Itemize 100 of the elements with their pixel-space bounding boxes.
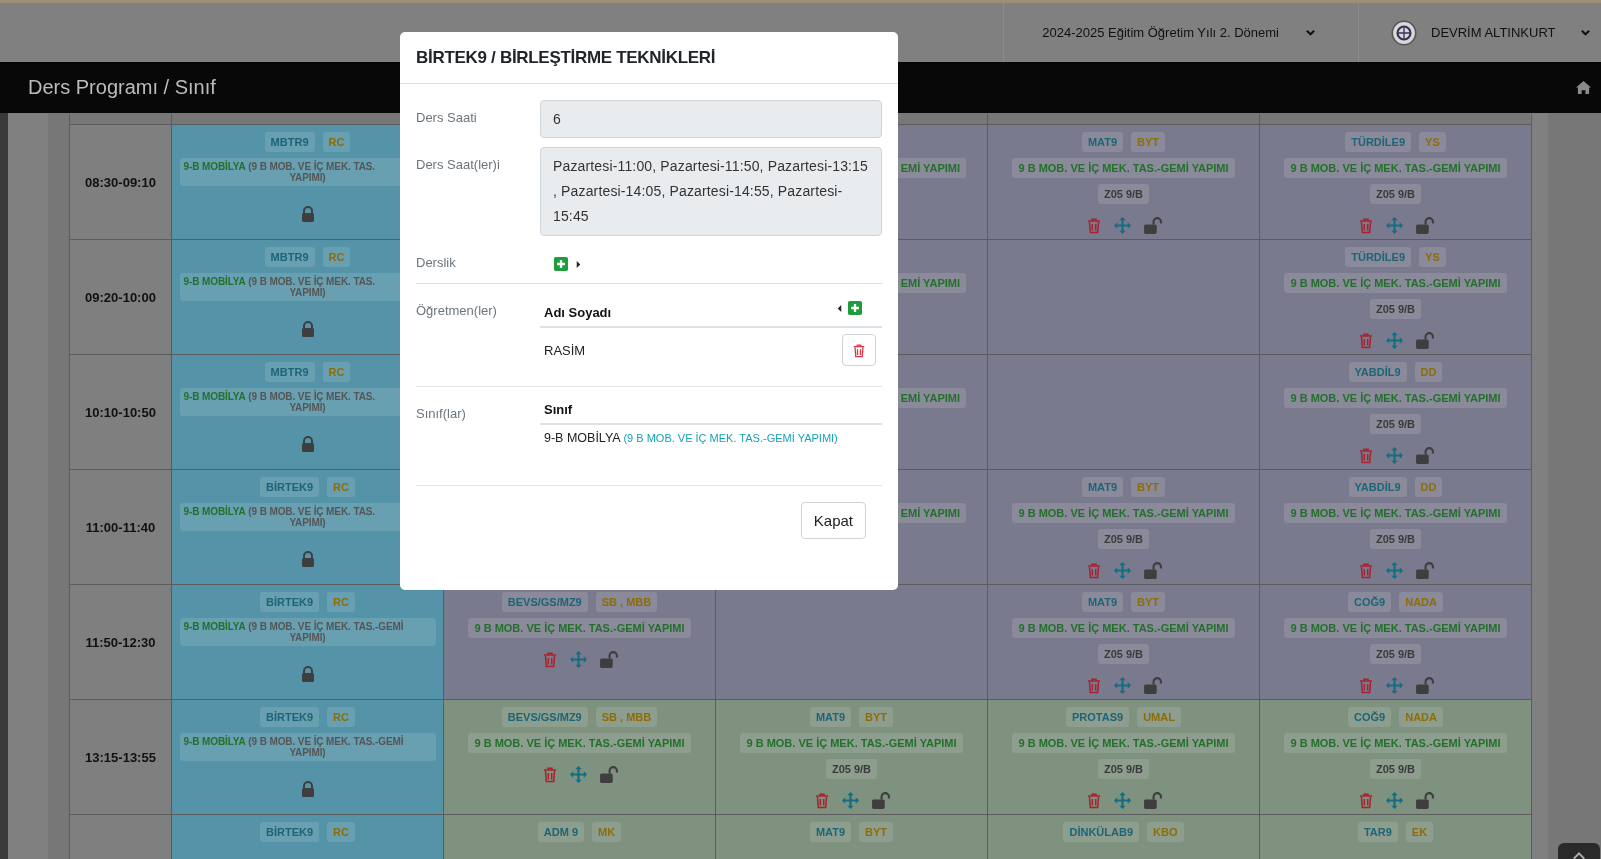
teacher-code[interactable]: YS <box>1419 247 1446 267</box>
teacher-code[interactable]: RC <box>322 132 351 152</box>
teacher-code[interactable]: RC <box>327 592 355 612</box>
move-icon[interactable] <box>1113 677 1131 694</box>
caret-icon[interactable] <box>576 260 581 268</box>
course-code[interactable]: YABDİL9 <box>1348 362 1407 382</box>
delete-icon[interactable] <box>541 651 558 668</box>
course-code[interactable]: MAT9 <box>809 707 852 727</box>
move-icon[interactable] <box>1385 217 1403 234</box>
unlock-icon[interactable] <box>1414 677 1434 694</box>
home-icon[interactable] <box>1576 80 1591 95</box>
arrow-up-icon[interactable] <box>1571 849 1587 859</box>
teacher-code[interactable]: SB , MBB <box>595 707 658 727</box>
move-icon[interactable] <box>1385 677 1403 694</box>
add-icon[interactable] <box>554 257 568 271</box>
delete-icon[interactable] <box>1357 792 1374 809</box>
course-code[interactable]: BİRTEK9 <box>260 477 320 497</box>
unlock-icon[interactable] <box>870 792 890 809</box>
teacher-code[interactable]: BYT <box>1131 132 1166 152</box>
teacher-code[interactable]: DD <box>1414 362 1443 382</box>
course-code[interactable]: ADM 9 <box>537 822 585 842</box>
course-code[interactable]: DİNKÜLAB9 <box>1063 822 1140 842</box>
course-code[interactable]: MAT9 <box>1081 592 1124 612</box>
course-code[interactable]: TÜRDİLE9 <box>1345 247 1412 267</box>
move-icon[interactable] <box>569 651 587 668</box>
course-code[interactable]: MAT9 <box>809 822 852 842</box>
teacher-code[interactable]: RC <box>322 362 351 382</box>
course-code[interactable]: TAR9 <box>1357 822 1398 842</box>
move-icon[interactable] <box>569 766 587 783</box>
teacher-code[interactable]: EK <box>1405 822 1434 842</box>
teacher-code[interactable]: SB , MBB <box>595 592 658 612</box>
unlock-icon[interactable] <box>1414 332 1434 349</box>
teacher-code[interactable]: RC <box>327 707 355 727</box>
caret-icon[interactable] <box>837 304 842 312</box>
course-code[interactable]: BİRTEK9 <box>260 707 320 727</box>
unlock-icon[interactable] <box>1414 562 1434 579</box>
course-code[interactable]: COĞ9 <box>1348 592 1392 612</box>
teacher-code[interactable]: BYT <box>859 822 894 842</box>
trash-icon[interactable] <box>852 342 866 358</box>
add-icon[interactable] <box>848 301 862 315</box>
teacher-code[interactable]: RC <box>322 247 351 267</box>
course-code[interactable]: BEVS/GS/MZ9 <box>501 592 588 612</box>
teacher-code[interactable]: MK <box>592 822 622 842</box>
unlock-icon[interactable] <box>1414 447 1434 464</box>
user-menu[interactable]: DEVRİM ALTINKURT <box>1359 3 1601 62</box>
unlock-icon[interactable] <box>598 651 618 668</box>
unlock-icon[interactable] <box>1414 792 1434 809</box>
move-icon[interactable] <box>1385 332 1403 349</box>
course-code[interactable]: TÜRDİLE9 <box>1345 132 1412 152</box>
course-code[interactable]: PROTAS9 <box>1066 707 1130 727</box>
delete-icon[interactable] <box>1357 677 1374 694</box>
course-code[interactable]: MBTR9 <box>264 362 315 382</box>
move-icon[interactable] <box>1113 792 1131 809</box>
teacher-code[interactable]: BYT <box>1131 477 1166 497</box>
course-code[interactable]: MBTR9 <box>264 132 315 152</box>
course-code[interactable]: BEVS/GS/MZ9 <box>501 707 588 727</box>
delete-icon[interactable] <box>1085 562 1102 579</box>
delete-icon[interactable] <box>1357 217 1374 234</box>
course-code[interactable]: YABDİL9 <box>1348 477 1407 497</box>
unlock-icon[interactable] <box>1142 677 1162 694</box>
move-icon[interactable] <box>841 792 859 809</box>
move-icon[interactable] <box>1385 562 1403 579</box>
course-code[interactable]: BİRTEK9 <box>260 822 320 842</box>
unlock-icon[interactable] <box>1414 217 1434 234</box>
unlock-icon[interactable] <box>598 766 618 783</box>
move-icon[interactable] <box>1113 562 1131 579</box>
course-code[interactable]: COĞ9 <box>1348 707 1392 727</box>
delete-button[interactable] <box>842 334 876 366</box>
delete-icon[interactable] <box>1085 677 1102 694</box>
teacher-code[interactable]: NADA <box>1399 707 1443 727</box>
course-code[interactable]: MAT9 <box>1081 477 1124 497</box>
course-code[interactable]: BİRTEK9 <box>260 592 320 612</box>
delete-icon[interactable] <box>813 792 830 809</box>
teacher-code[interactable]: YS <box>1419 132 1446 152</box>
delete-icon[interactable] <box>1085 792 1102 809</box>
move-icon[interactable] <box>1385 447 1403 464</box>
teacher-code[interactable]: BYT <box>1131 592 1166 612</box>
close-button[interactable]: Kapat <box>800 502 866 539</box>
move-icon[interactable] <box>1113 217 1131 234</box>
delete-icon[interactable] <box>1357 447 1374 464</box>
teacher-code[interactable]: BYT <box>859 707 894 727</box>
teacher-code[interactable]: KBO <box>1147 822 1184 842</box>
delete-icon[interactable] <box>541 766 558 783</box>
chevron-down-icon[interactable] <box>1305 27 1316 38</box>
unlock-icon[interactable] <box>1142 562 1162 579</box>
input-field[interactable]: 6 <box>540 100 882 138</box>
course-code[interactable]: MBTR9 <box>264 247 315 267</box>
teacher-code[interactable]: DD <box>1414 477 1443 497</box>
unlock-icon[interactable] <box>1142 792 1162 809</box>
move-icon[interactable] <box>1385 792 1403 809</box>
chevron-down-icon[interactable] <box>1580 27 1591 38</box>
unlock-icon[interactable] <box>1142 217 1162 234</box>
delete-icon[interactable] <box>1357 562 1374 579</box>
text-area[interactable]: Pazartesi-11:00, Pazartesi-11:50, Pazartesi-13:15 , Pazartesi-14:05, Pazartesi-14:55, Pazartesi-15:45 <box>540 147 882 236</box>
teacher-code[interactable]: UMAL <box>1137 707 1181 727</box>
delete-icon[interactable] <box>1085 217 1102 234</box>
delete-icon[interactable] <box>1357 332 1374 349</box>
teacher-code[interactable]: RC <box>327 477 355 497</box>
teacher-code[interactable]: NADA <box>1399 592 1443 612</box>
teacher-code[interactable]: RC <box>327 822 355 842</box>
